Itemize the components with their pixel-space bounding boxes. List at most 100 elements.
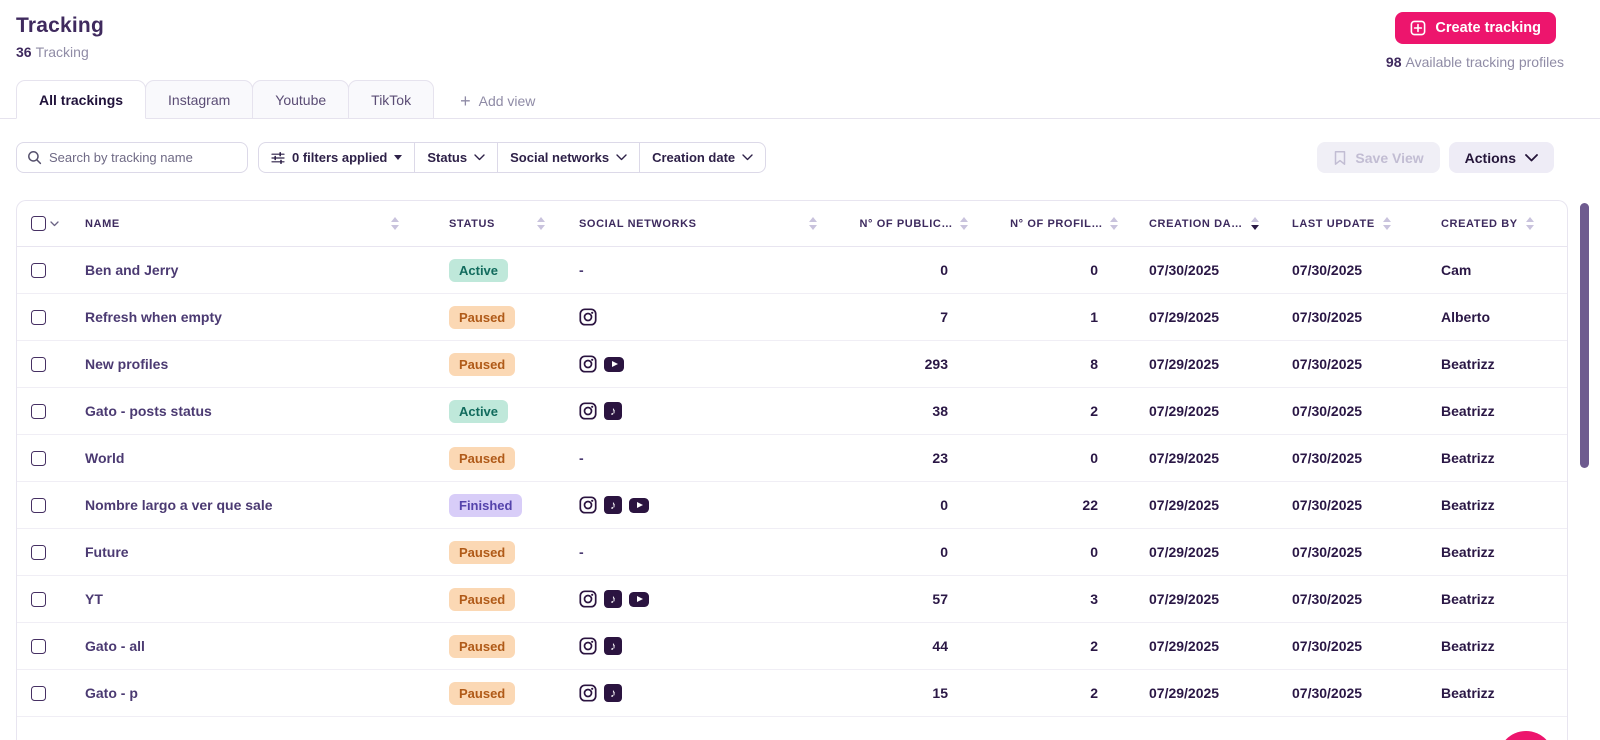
- tracking-name-link[interactable]: World: [69, 450, 435, 466]
- tracking-name-link[interactable]: Gato - posts status: [69, 403, 435, 419]
- row-checkbox[interactable]: [31, 403, 46, 419]
- row-checkbox[interactable]: [31, 262, 46, 278]
- add-view-button[interactable]: + Add view: [460, 92, 535, 110]
- row-checkbox[interactable]: [31, 309, 46, 325]
- tracking-name-link[interactable]: Gato - all: [69, 638, 435, 654]
- tab-tiktok[interactable]: TikTok: [348, 80, 435, 119]
- social-networks-filter-dropdown[interactable]: Social networks: [497, 143, 639, 172]
- play-icon: [611, 361, 618, 367]
- table-row[interactable]: Ben and Jerry Active - 0 0 07/30/2025 07/30/20…: [17, 247, 1567, 294]
- social-networks-filter-label: Social networks: [510, 150, 610, 165]
- publications-count: 15: [932, 685, 948, 701]
- last-update-date: 07/30/2025: [1292, 497, 1363, 513]
- sort-control-active[interactable]: [1250, 217, 1259, 230]
- empty-networks-dash: -: [579, 450, 584, 466]
- tracking-name-link[interactable]: Ben and Jerry: [69, 262, 435, 278]
- tab-all-trackings[interactable]: All trackings: [16, 80, 147, 119]
- chevron-down-icon: [474, 154, 485, 161]
- column-header-publications: N° OF PUBLIC…: [831, 217, 976, 230]
- table-row[interactable]: Refresh when empty Paused 7 1 07/29/2025 07/3…: [17, 294, 1567, 341]
- last-update-date: 07/30/2025: [1292, 450, 1363, 466]
- tracking-name-link[interactable]: Refresh when empty: [69, 309, 435, 325]
- status-filter-dropdown[interactable]: Status: [414, 143, 497, 172]
- filters-applied-label: 0 filters applied: [292, 150, 388, 165]
- filter-actions: Save View Actions: [1317, 142, 1554, 173]
- last-update-date: 07/30/2025: [1292, 403, 1363, 419]
- select-all-checkbox[interactable]: [31, 216, 46, 231]
- creation-date: 07/29/2025: [1149, 591, 1220, 607]
- row-checkbox-cell: [17, 356, 69, 372]
- play-icon: [636, 596, 643, 602]
- row-checkbox[interactable]: [31, 497, 46, 513]
- tiktok-icon: ♪: [604, 402, 622, 420]
- filter-group: 0 filters applied Status Social networks…: [258, 142, 767, 173]
- tab-youtube[interactable]: Youtube: [252, 80, 350, 119]
- search-input[interactable]: [49, 150, 237, 165]
- status-cell: Paused: [435, 540, 559, 564]
- sort-asc-icon: [537, 217, 545, 223]
- status-badge: Active: [449, 258, 509, 282]
- instagram-icon: [579, 308, 597, 326]
- social-networks-cell: ♪: [559, 402, 831, 420]
- table-body: Ben and Jerry Active - 0 0 07/30/2025 07/30/20…: [17, 247, 1567, 717]
- tiktok-icon: ♪: [604, 684, 622, 702]
- table-row[interactable]: Gato - p Paused ♪ 15 2 07/29/2025 07/30/2025 Be…: [17, 670, 1567, 717]
- table-row[interactable]: Gato - all Paused ♪ 44 2 07/29/2025 07/30/2025…: [17, 623, 1567, 670]
- created-by: Beatrizz: [1441, 450, 1495, 466]
- table-row[interactable]: Future Paused - 0 0 07/29/2025 07/30/2025 Beatr…: [17, 529, 1567, 576]
- row-checkbox-cell: [17, 685, 69, 701]
- save-view-button[interactable]: Save View: [1317, 142, 1440, 173]
- chevron-down-icon: [742, 154, 753, 161]
- last-update-date: 07/30/2025: [1292, 591, 1363, 607]
- row-checkbox[interactable]: [31, 591, 46, 607]
- tracking-name-link[interactable]: New profiles: [69, 356, 435, 372]
- sort-asc-icon: [1110, 217, 1118, 223]
- sort-control[interactable]: [960, 217, 968, 230]
- tracking-name-link[interactable]: YT: [69, 591, 435, 607]
- status-badge: Active: [449, 399, 509, 423]
- profiles-count: 2: [1090, 403, 1098, 419]
- tracking-name-link[interactable]: Gato - p: [69, 685, 435, 701]
- instagram-icon: [579, 496, 597, 514]
- last-update-date: 07/30/2025: [1292, 544, 1363, 560]
- status-cell: Active: [435, 399, 559, 423]
- created-by: Cam: [1441, 262, 1472, 278]
- table-row[interactable]: Gato - posts status Active ♪ 38 2 07/29/2025 0…: [17, 388, 1567, 435]
- sort-asc-icon: [1382, 217, 1391, 223]
- sort-control[interactable]: [809, 217, 817, 230]
- row-checkbox[interactable]: [31, 450, 46, 466]
- column-header-created-by: CREATED BY: [1426, 217, 1567, 230]
- actions-button[interactable]: Actions: [1448, 142, 1554, 173]
- tab-instagram[interactable]: Instagram: [145, 80, 254, 119]
- row-checkbox[interactable]: [31, 685, 46, 701]
- table-row[interactable]: World Paused - 23 0 07/29/2025 07/30/2025 Beatr…: [17, 435, 1567, 482]
- sort-control[interactable]: [391, 217, 399, 230]
- status-cell: Paused: [435, 305, 559, 329]
- table-row[interactable]: YT Paused ♪ 57 3 07/29/2025 07/30/2025 Beatrizz: [17, 576, 1567, 623]
- row-checkbox[interactable]: [31, 638, 46, 654]
- created-by: Beatrizz: [1441, 638, 1495, 654]
- table-scrollbar-thumb[interactable]: [1580, 203, 1589, 468]
- status-badge: Paused: [449, 681, 516, 705]
- filters-applied-dropdown[interactable]: 0 filters applied: [259, 143, 414, 172]
- sort-control[interactable]: [537, 217, 545, 230]
- sort-control[interactable]: [1525, 217, 1534, 230]
- table-row[interactable]: Nombre largo a ver que sale Finished ♪ 0 22 0…: [17, 482, 1567, 529]
- creation-date-filter-dropdown[interactable]: Creation date: [639, 143, 765, 172]
- created-by: Beatrizz: [1441, 685, 1495, 701]
- tracking-name-link[interactable]: Nombre largo a ver que sale: [69, 497, 435, 513]
- sort-desc-icon: [537, 224, 545, 230]
- tiktok-icon: ♪: [604, 496, 622, 514]
- table-row[interactable]: New profiles Paused 293 8 07/29/2025 07/30/20…: [17, 341, 1567, 388]
- column-label: N° OF PROFIL…: [1010, 217, 1103, 230]
- sort-control[interactable]: [1382, 217, 1391, 230]
- row-checkbox[interactable]: [31, 544, 46, 560]
- checkbox-chevron-icon[interactable]: [50, 220, 59, 227]
- create-tracking-button[interactable]: Create tracking: [1395, 12, 1556, 44]
- tracking-name-link[interactable]: Future: [69, 544, 435, 560]
- created-by: Beatrizz: [1441, 497, 1495, 513]
- status-cell: Paused: [435, 681, 559, 705]
- sort-control[interactable]: [1110, 217, 1118, 230]
- sort-asc-icon: [960, 217, 968, 223]
- row-checkbox[interactable]: [31, 356, 46, 372]
